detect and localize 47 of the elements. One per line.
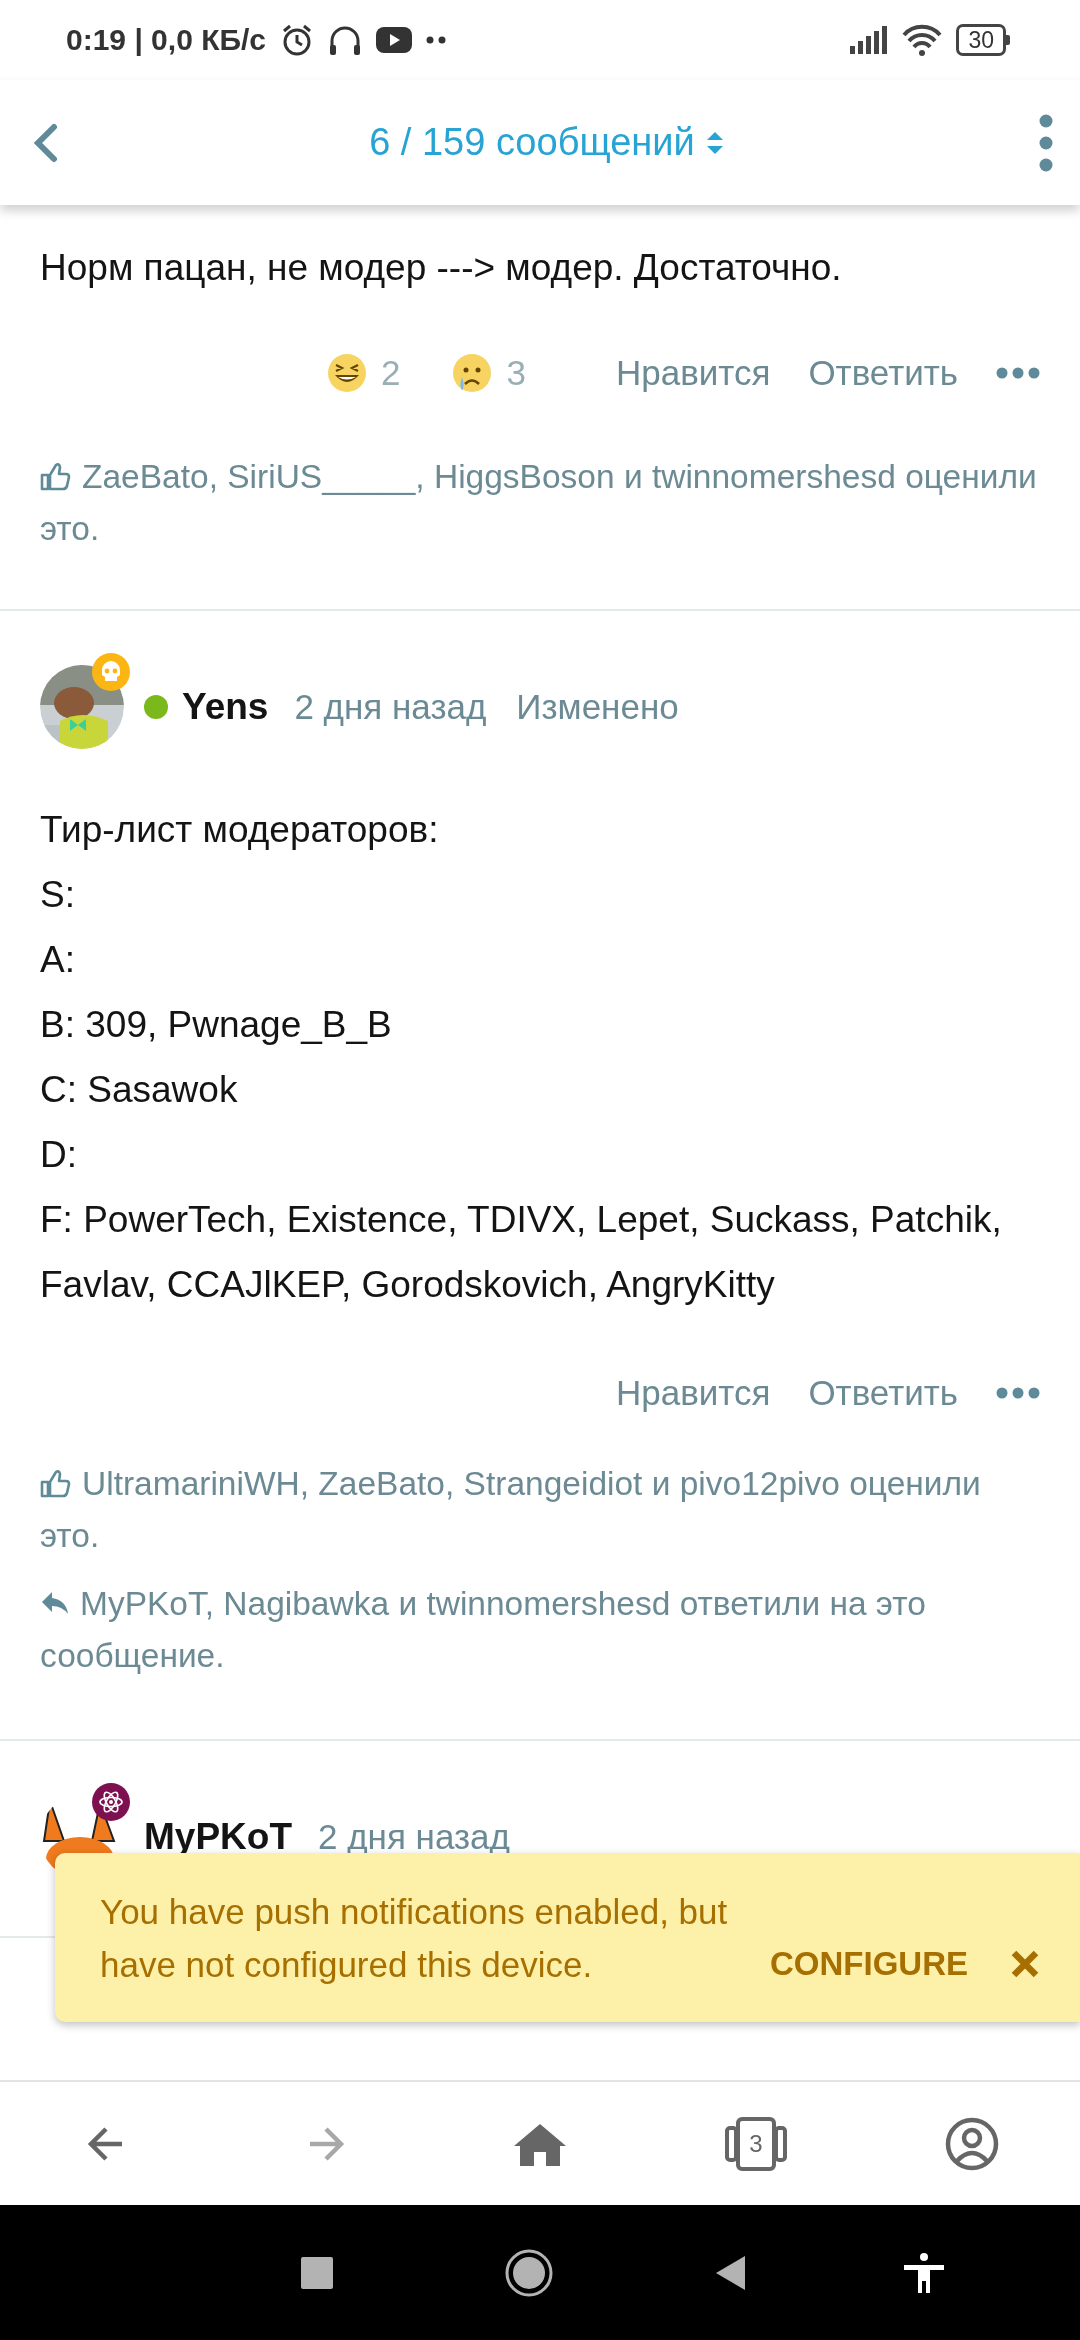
close-icon [1010,1949,1040,1979]
accessibility-icon [904,2252,944,2293]
like-button[interactable]: Нравится [615,1373,771,1413]
wifi-icon [902,23,943,57]
tabs-button[interactable]: 3 [716,2103,796,2184]
post-text: Норм пацан, не модер ---> модер. Достаточно. [40,246,843,290]
battery-indicator: 30 [956,24,1010,56]
more-button[interactable] [996,1385,1040,1401]
post-text: B: 309, Pwnage_B_B [40,1003,393,1047]
more-icon [996,365,1040,381]
post-text: F: PowerTech, Existence, TDIVX, Lepet, Suckass, Patchik, Favlav, CCAJlKEP, Gorodskovich, AngryKitty [40,1198,1003,1307]
post-text: Тир-лист модераторов: [40,808,440,852]
notification-message: You have push notifications enabled, but have not configured this device. [100,1890,729,1986]
author-link[interactable]: MyPKoT [144,1816,292,1858]
message-counter-button[interactable]: 6 / 159 сообщений [369,121,725,164]
post-text: C: Sasawok [40,1068,239,1112]
like-button[interactable]: Нравится [615,353,771,393]
skull-badge-icon [92,653,130,691]
post-text: D: [40,1133,78,1177]
crying-face-icon [452,353,493,393]
likes-text[interactable]: UltramariniWH, ZaeBato, Strangeidiot и pivo12pivo оценили это. [40,1458,1040,1562]
post-time[interactable]: 2 дня назад [294,687,487,727]
circle-icon [504,2247,554,2298]
account-icon [945,2116,999,2171]
post-text: A: [40,938,76,982]
replies-text[interactable]: MyPKoT, Nagibawka и twinnomershesd ответили на это сообщение. [40,1578,1040,1682]
recents-icon [299,2254,335,2291]
post-text: S: [40,873,76,917]
laughing-face-icon [327,353,367,393]
atom-badge-icon [92,1783,130,1821]
tabs-icon [724,2115,788,2172]
status-text: 0:19 | 0,0 КБ/с [66,23,267,57]
more-button[interactable] [996,365,1040,381]
signal-icon [850,26,889,54]
post-time[interactable]: 2 дня назад [318,1817,510,1857]
likes-text[interactable]: ZaeBato, SiriUS_____, HiggsBoson и twinnomershesd оценили это. [40,451,1040,555]
reply-button[interactable]: Ответить [808,353,958,393]
more-icon [996,1385,1040,1401]
author-link[interactable]: Yens [182,686,269,728]
thumbs-up-icon [40,1468,72,1500]
edited-label: Изменено [516,687,679,727]
configure-button[interactable]: CONFIGURE [770,1937,968,1991]
reply-button[interactable]: Ответить [808,1373,958,1413]
thumbs-up-icon [40,461,72,493]
dots-icon [426,36,447,44]
reaction-button[interactable]: 3 [452,353,526,393]
reaction-button[interactable]: 2 [327,353,401,393]
